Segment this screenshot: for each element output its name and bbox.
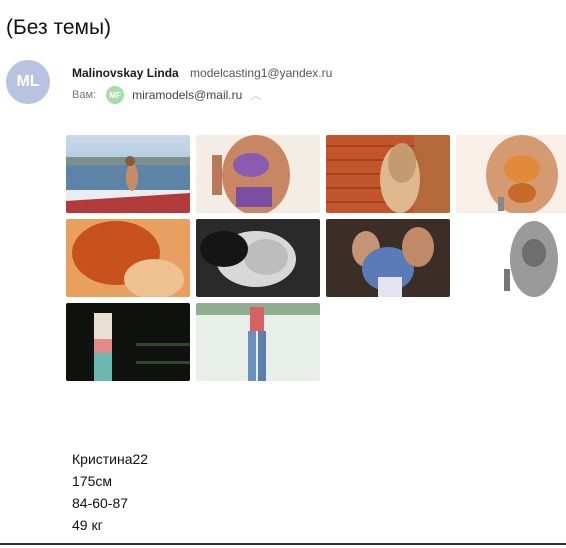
- attachment-grid: [66, 135, 566, 382]
- attachment-thumbnail[interactable]: [456, 219, 566, 297]
- chevron-up-icon[interactable]: ︿: [250, 87, 261, 103]
- attachment-thumbnail[interactable]: [66, 303, 190, 381]
- recipient-label: Вам:: [72, 89, 97, 101]
- body-line: Кристина22: [72, 451, 149, 467]
- attachment-thumbnail[interactable]: [66, 135, 190, 213]
- attachment-thumbnail[interactable]: [196, 303, 320, 381]
- message-body: Кристина22 175см 84-60-87 49 кг: [72, 448, 148, 536]
- sender-name[interactable]: Malinovskay Linda: [72, 66, 179, 80]
- attachment-thumbnail[interactable]: [456, 135, 566, 213]
- attachment-thumbnail[interactable]: [66, 219, 190, 297]
- attachment-thumbnail[interactable]: [196, 219, 320, 297]
- recipient-avatar[interactable]: MF: [106, 86, 125, 104]
- attachment-thumbnail[interactable]: [196, 135, 320, 213]
- sender-row: Malinovskay Linda modelcasting1@yandex.r…: [72, 66, 332, 80]
- divider: [0, 543, 566, 545]
- sender-avatar[interactable]: ML: [6, 60, 50, 104]
- recipient-row: Вам: MF miramodels@mail.ru ︿: [72, 86, 261, 104]
- attachment-thumbnail[interactable]: [326, 135, 450, 213]
- attachment-thumbnail[interactable]: [326, 219, 450, 297]
- sender-email[interactable]: modelcasting1@yandex.ru: [190, 66, 332, 80]
- body-line: 84-60-87: [72, 495, 129, 511]
- body-line: 49 кг: [72, 517, 103, 533]
- recipient-email[interactable]: miramodels@mail.ru: [132, 88, 242, 102]
- email-subject: (Без темы): [6, 16, 112, 39]
- body-line: 175см: [72, 473, 112, 489]
